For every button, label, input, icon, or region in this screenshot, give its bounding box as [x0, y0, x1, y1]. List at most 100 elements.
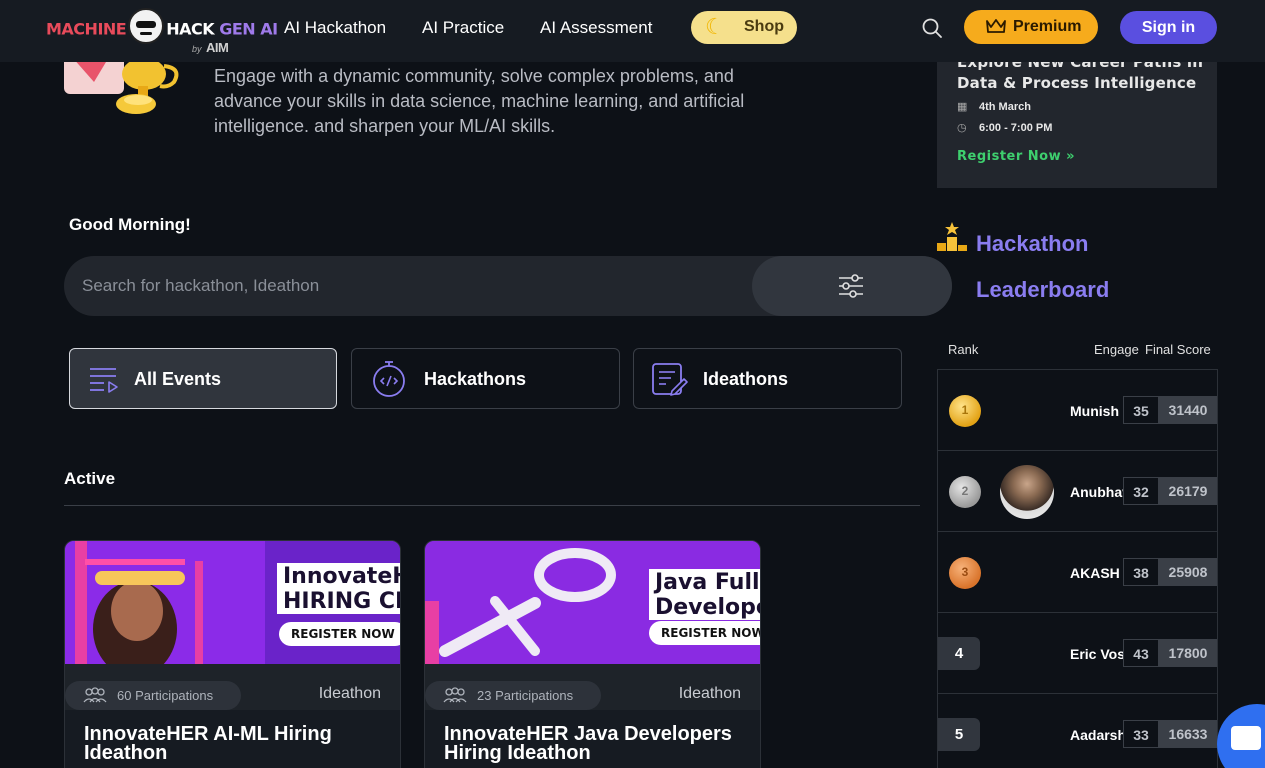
player-name: Eric Vos: [1070, 646, 1123, 662]
tab-ideathons[interactable]: Ideathons: [633, 348, 902, 409]
podium-star-icon: [937, 222, 967, 251]
col-engage: Engage: [1094, 342, 1139, 357]
engage-cell: 35: [1123, 396, 1159, 424]
document-edit-icon: [652, 363, 688, 396]
avatar: [1000, 465, 1054, 519]
card-banner-image: Java Full Develope REGISTER NOW: [425, 541, 760, 664]
event-date-row: ▦ 4th March: [957, 100, 1031, 113]
tab-all-events-label: All Events: [134, 369, 222, 389]
chat-icon: [1231, 726, 1261, 750]
shop-button[interactable]: ☾ Shop: [691, 11, 797, 44]
shop-label: Shop: [744, 18, 784, 35]
score-value: 26179: [1168, 483, 1208, 499]
rank-number: 5: [954, 726, 964, 743]
leaderboard-title-line2: Leaderboard: [976, 277, 1110, 302]
event-date: 4th March: [979, 101, 1031, 113]
banner-line1: Java Full: [649, 569, 760, 595]
nav-ai-hackathon[interactable]: AI Hackathon: [284, 18, 386, 38]
leaderboard-row[interactable]: 5 Aadarsh Singh 33 16633: [938, 694, 1217, 768]
greeting: Good Morning!: [69, 215, 191, 234]
leaderboard-table: 1 Munish 35 31440 2 Anubhav Tyagi 32 261…: [937, 369, 1218, 768]
score-cell: 16633: [1159, 720, 1217, 748]
banner-register-now: REGISTER NOW: [279, 622, 400, 646]
leaderboard-title-line1: Hackathon: [976, 231, 1089, 256]
tab-hackathons[interactable]: Hackathons: [351, 348, 620, 409]
participations-pill: 23 Participations: [425, 681, 601, 710]
engage-cell: 38: [1123, 558, 1159, 586]
logo-wordmark: MACHINE HACK GEN AI: [46, 8, 278, 48]
logo-by-text: by: [192, 44, 202, 54]
engage-cell: 33: [1123, 720, 1159, 748]
search-input[interactable]: [64, 256, 752, 316]
users-icon: [443, 687, 467, 703]
event-card-title: InnovateHER Java Developers Hiring Ideat…: [444, 723, 732, 764]
banner-line2: Develope: [649, 594, 760, 620]
event-card-title: InnovateHER AI-ML Hiring Ideathon: [84, 723, 332, 764]
score-cell: 31440: [1159, 396, 1217, 424]
rank-number: 2: [961, 484, 969, 498]
clock-icon: ◷: [957, 122, 967, 134]
register-now-link[interactable]: Register Now »: [957, 149, 1075, 164]
chat-widget-button[interactable]: [1217, 704, 1265, 768]
premium-button[interactable]: Premium: [964, 10, 1098, 44]
leaderboard-row[interactable]: 3 AKASH GUPTA 38 25908: [938, 532, 1217, 613]
event-type: Ideathon: [318, 685, 381, 702]
calendar-icon: ▦: [957, 101, 968, 113]
leaderboard-row[interactable]: 4 Eric Vos 43 17800: [938, 613, 1217, 694]
score-value: 25908: [1168, 564, 1208, 580]
engage-value: 35: [1133, 403, 1149, 419]
banner-register-now: REGISTER NOW: [649, 621, 760, 645]
crown-icon: [986, 19, 1006, 33]
sign-in-label: Sign in: [1141, 19, 1196, 36]
machinehack-logo[interactable]: MACHINE HACK GEN AI by AIM: [46, 2, 278, 58]
engage-value: 33: [1133, 727, 1149, 743]
sign-in-button[interactable]: Sign in: [1120, 11, 1217, 44]
premium-label: Premium: [1013, 18, 1082, 35]
logo-machine-text: MACHINE: [46, 19, 127, 39]
users-icon: [83, 687, 107, 703]
event-type: Ideathon: [678, 685, 741, 702]
tab-ideathons-label: Ideathons: [703, 369, 789, 389]
rank-number: 3: [961, 565, 969, 579]
register-now-label: Register Now: [957, 149, 1062, 164]
active-heading: Active: [64, 469, 116, 488]
banner-line2: HIRING CH: [277, 588, 400, 614]
event-promo-card: Explore New Career Paths in Data & Proce…: [937, 53, 1217, 188]
double-chevron-right-icon: »: [1066, 149, 1076, 164]
page: MACHINE HACK GEN AI by AIM AI Hackathon A…: [0, 0, 1265, 768]
bronze-medal-icon: 3: [949, 557, 981, 589]
list-play-icon: [90, 368, 118, 393]
tab-all-events[interactable]: All Events: [69, 348, 337, 409]
tab-hackathons-label: Hackathons: [424, 369, 527, 389]
search-icon[interactable]: [921, 17, 943, 39]
score-value: 17800: [1168, 645, 1208, 661]
participations-count: 23 Participations: [477, 688, 574, 703]
engage-value: 43: [1133, 646, 1149, 662]
leaderboard-row[interactable]: 2 Anubhav Tyagi 32 26179: [938, 451, 1217, 532]
engage-cell: 43: [1123, 639, 1159, 667]
event-card-java[interactable]: Java Full Develope REGISTER NOW 23 Parti…: [424, 540, 761, 768]
stopwatch-code-icon: [373, 361, 405, 397]
event-card-ai-ml[interactable]: InnovateH HIRING CH REGISTER NOW 60 Part…: [64, 540, 401, 768]
leaderboard-row[interactable]: 1 Munish 35 31440: [938, 370, 1217, 451]
score-value: 31440: [1168, 402, 1208, 418]
participations-count: 60 Participations: [117, 688, 214, 703]
nav-ai-practice[interactable]: AI Practice: [422, 18, 504, 38]
filter-button[interactable]: [752, 256, 952, 316]
col-final-score: Final Score: [1145, 342, 1211, 357]
engage-value: 38: [1133, 565, 1149, 581]
gold-medal-icon: 1: [949, 395, 981, 427]
logo-hack-text: HACK: [166, 19, 215, 39]
score-cell: 26179: [1159, 477, 1217, 505]
filter-sliders-icon: [839, 274, 863, 298]
logo-aim-text: AIM: [206, 40, 229, 55]
card-banner-image: InnovateH HIRING CH REGISTER NOW: [65, 541, 400, 664]
search-bar: [64, 256, 952, 316]
silver-medal-icon: 2: [949, 476, 981, 508]
score-value: 16633: [1168, 726, 1208, 742]
nav-ai-assessment[interactable]: AI Assessment: [540, 18, 652, 38]
col-rank: Rank: [948, 342, 979, 357]
moon-icon: ☾: [705, 14, 725, 39]
logo-genai-text: GEN AI: [219, 19, 278, 39]
top-nav: MACHINE HACK GEN AI by AIM AI Hackathon A…: [0, 0, 1265, 62]
